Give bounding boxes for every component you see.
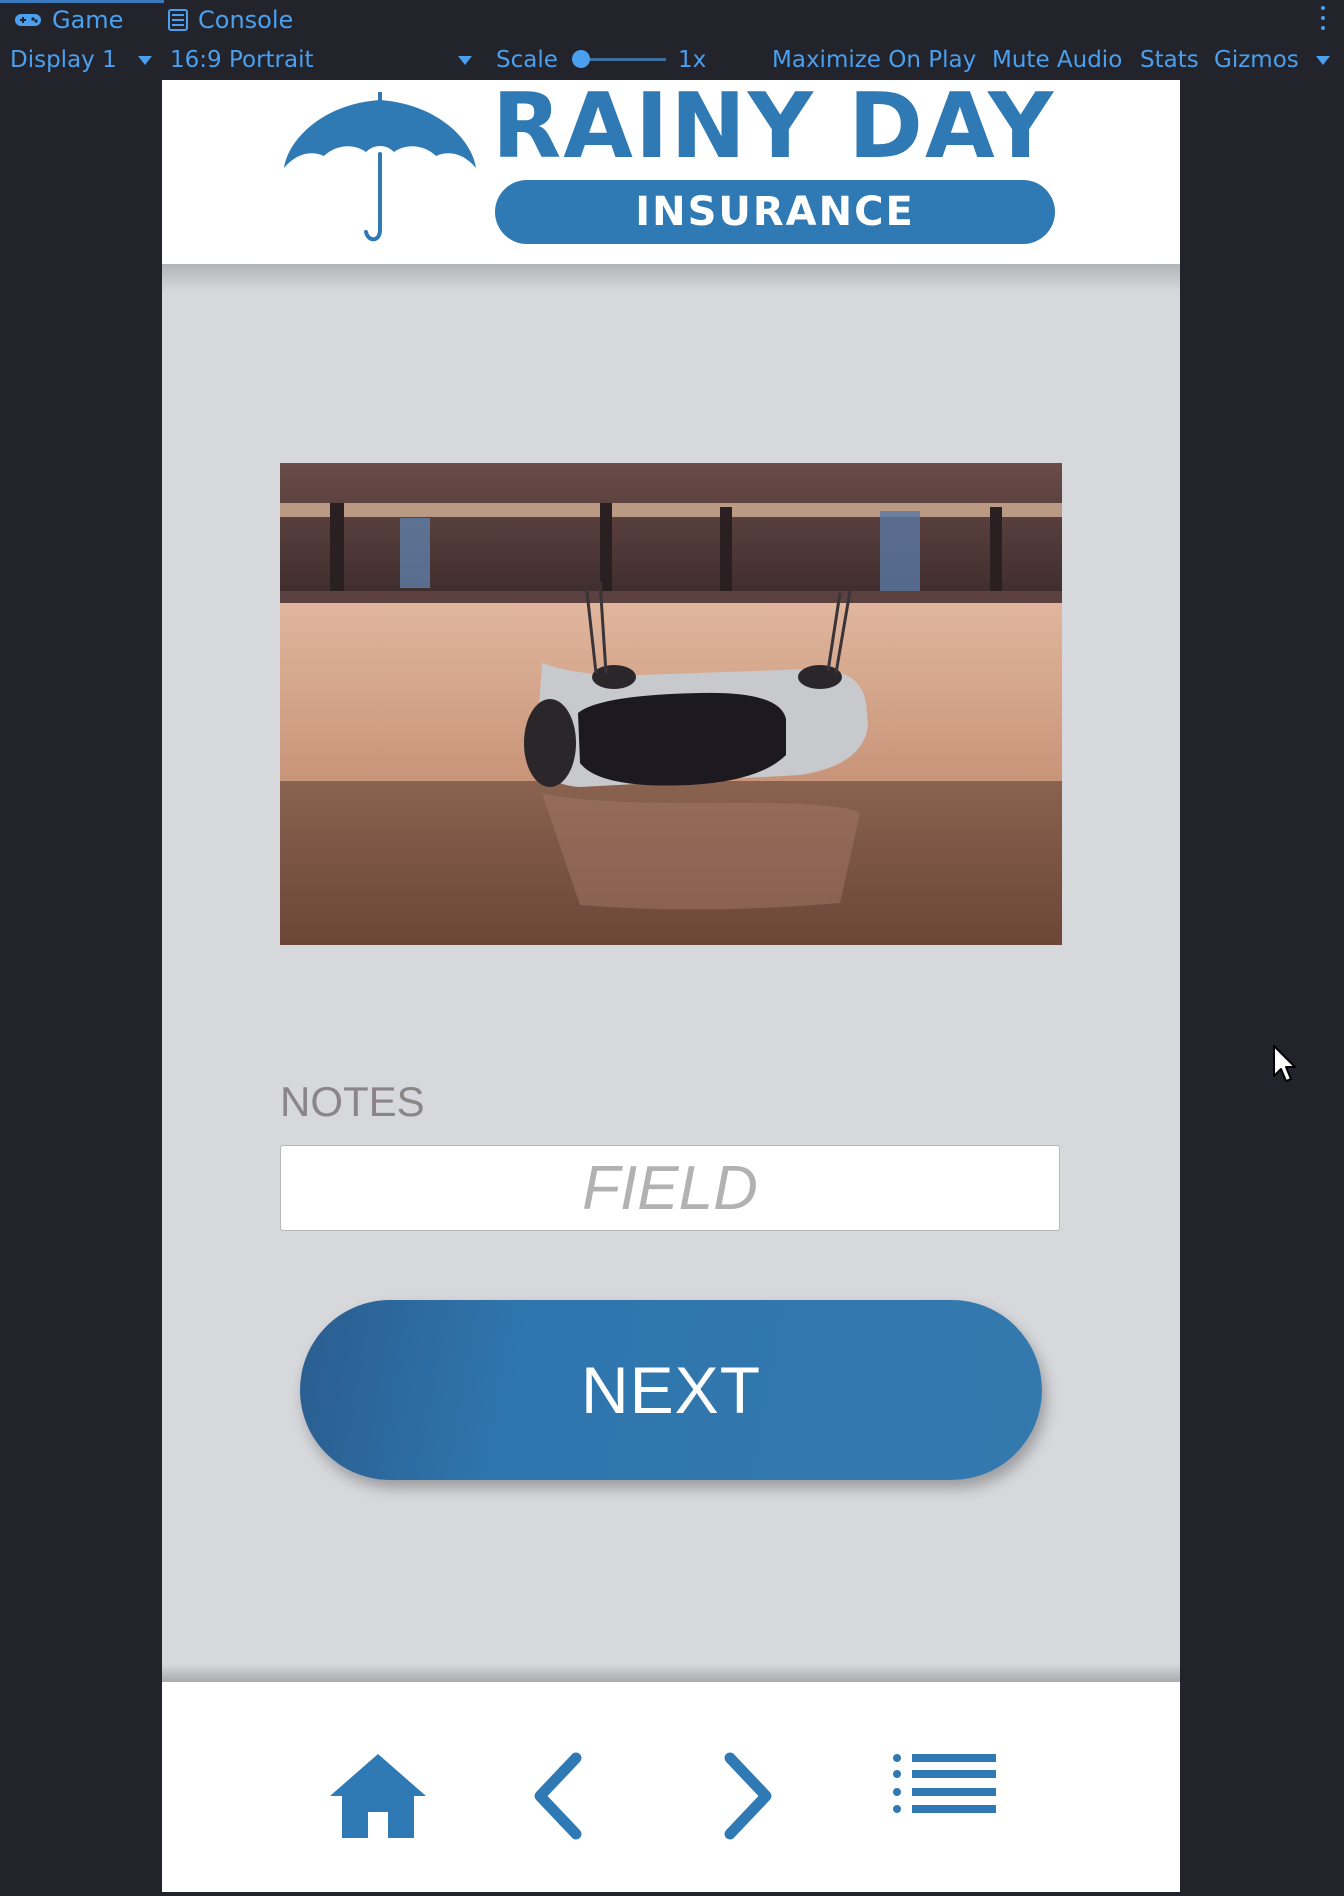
- game-view: RAINY DAY INSURANCE NOTES FIELD NEXT: [162, 80, 1180, 1892]
- aspect-dropdown[interactable]: 16:9 Portrait: [170, 44, 314, 76]
- chevron-down-icon[interactable]: [138, 44, 152, 76]
- app-header: RAINY DAY INSURANCE: [162, 80, 1180, 264]
- gamepad-icon: [14, 11, 42, 29]
- game-view-toolbar: Display 1 16:9 Portrait Scale 1x Maximiz…: [0, 40, 1344, 80]
- footer-shadow: [162, 1664, 1180, 1682]
- mouse-cursor-icon: [1273, 1045, 1296, 1082]
- chevron-down-icon[interactable]: [1316, 44, 1330, 76]
- tab-console-label: Console: [198, 6, 294, 34]
- tab-game-label: Game: [52, 6, 124, 34]
- brand-subtitle-badge: INSURANCE: [495, 180, 1055, 244]
- gizmos-toggle[interactable]: Gizmos: [1214, 44, 1299, 76]
- more-options-icon[interactable]: [1320, 6, 1326, 30]
- menu-button[interactable]: [892, 1752, 996, 1825]
- tab-console[interactable]: Console: [168, 2, 293, 38]
- umbrella-icon: [284, 92, 476, 242]
- console-icon: [168, 9, 188, 31]
- display-label: Display 1: [10, 47, 117, 73]
- chevron-right-icon: [724, 1752, 772, 1840]
- chevron-left-icon: [534, 1752, 582, 1840]
- tab-game[interactable]: Game: [0, 0, 165, 38]
- header-shadow: [162, 264, 1180, 292]
- list-icon: [893, 1754, 996, 1813]
- scale-value: 1x: [678, 47, 707, 73]
- editor-tab-bar: Game Console: [0, 0, 1344, 40]
- maximize-on-play-toggle[interactable]: Maximize On Play: [772, 44, 976, 76]
- display-dropdown[interactable]: Display 1: [10, 44, 117, 76]
- brand-title: RAINY DAY: [492, 80, 1056, 179]
- back-button[interactable]: [530, 1752, 586, 1843]
- mute-audio-toggle[interactable]: Mute Audio: [992, 44, 1122, 76]
- next-button[interactable]: NEXT: [300, 1300, 1042, 1480]
- aspect-label: 16:9 Portrait: [170, 47, 314, 73]
- scale-slider-handle[interactable]: [572, 50, 590, 68]
- scale-label: Scale: [496, 47, 558, 73]
- brand-subtitle: INSURANCE: [635, 189, 915, 235]
- claim-photo: [280, 463, 1062, 945]
- home-button[interactable]: [328, 1752, 428, 1843]
- bottom-nav-bar: [162, 1682, 1180, 1892]
- stats-toggle[interactable]: Stats: [1140, 44, 1199, 76]
- notes-label: NOTES: [280, 1078, 425, 1125]
- chevron-down-icon[interactable]: [458, 44, 472, 76]
- forward-button[interactable]: [720, 1752, 776, 1843]
- notes-field[interactable]: [280, 1145, 1060, 1231]
- home-icon: [330, 1754, 426, 1838]
